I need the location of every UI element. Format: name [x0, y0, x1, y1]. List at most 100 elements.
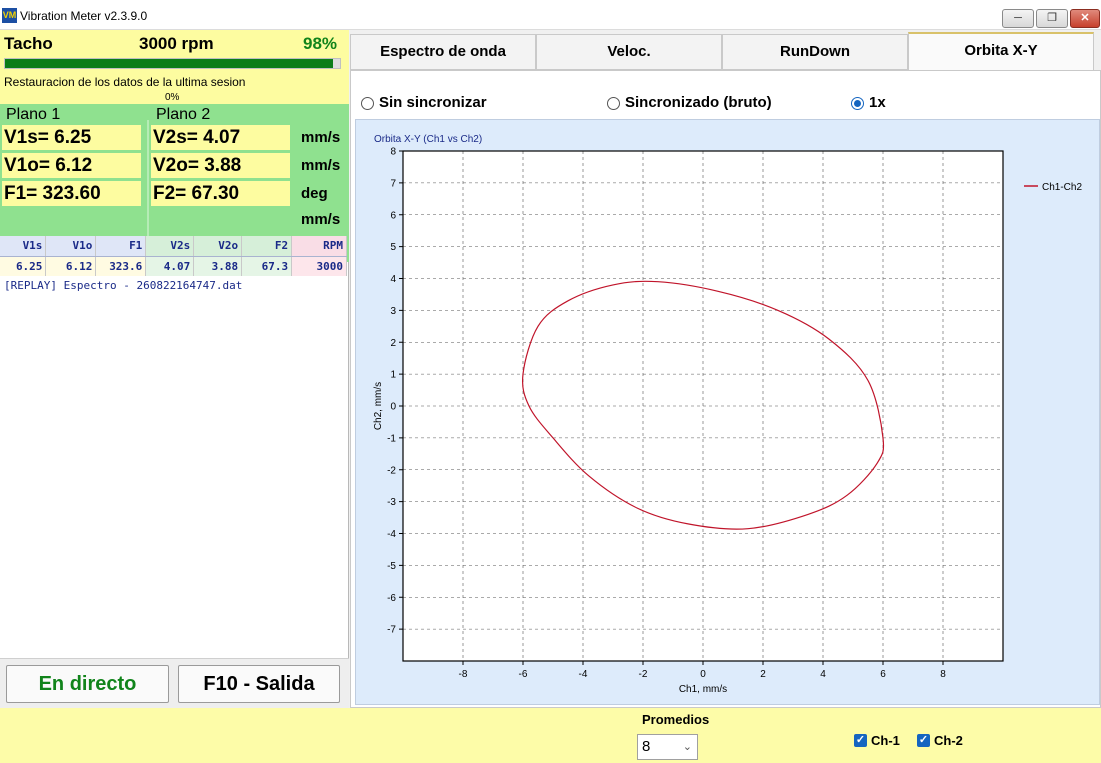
x-tick-label: -4 [579, 669, 588, 680]
x-tick-label: 4 [820, 669, 826, 680]
tacho-panel: Tacho 3000 rpm 98% Restauracion de los d… [0, 30, 349, 104]
v2o-value: V2o= 3.88 [151, 153, 290, 178]
y-tick-label: 6 [390, 210, 396, 221]
orbit-chart-svg: Orbita X-Y (Ch1 vs Ch2) -8 -6 -4 -2 0 2 4 6 8 8 7 6 5… [373, 134, 1082, 695]
y-tick-label: 1 [390, 370, 396, 381]
table-header: F1 [95, 236, 147, 257]
table-cell: 4.07 [145, 256, 195, 276]
minimize-icon[interactable]: ─ [1002, 9, 1034, 28]
tab-content: Sin sincronizar Sincronizado (bruto) 1x … [350, 70, 1101, 708]
x-tick-label: 6 [880, 669, 886, 680]
y-tick-label: 4 [390, 274, 396, 285]
table-cell: 3000 [291, 256, 347, 276]
window-title: Vibration Meter v2.3.9.0 [20, 9, 148, 23]
table-cell: 3.88 [193, 256, 243, 276]
f2-value: F2= 67.30 [151, 181, 290, 206]
y-tick-label: -2 [387, 465, 396, 476]
checkbox-ch2[interactable]: ✓ Ch-2 [917, 733, 963, 749]
tacho-label: Tacho [4, 34, 53, 53]
table-cell: 67.3 [241, 256, 293, 276]
promedios-label: Promedios [642, 712, 710, 727]
unit-label: deg [301, 185, 328, 202]
checkbox-label: Ch-1 [871, 733, 900, 748]
tacho-percent: 98% [303, 34, 338, 53]
plane2-title: Plano 2 [156, 106, 211, 123]
table-cell: 323.6 [95, 256, 147, 276]
f1-value: F1= 323.60 [2, 181, 141, 206]
table-header: RPM [291, 236, 347, 257]
left-panel: Tacho 3000 rpm 98% Restauracion de los d… [0, 30, 349, 708]
y-tick-label: -1 [387, 433, 396, 444]
legend-label: Ch1-Ch2 [1042, 182, 1082, 193]
plane1-title: Plano 1 [6, 106, 61, 123]
x-tick-label: 2 [760, 669, 766, 680]
y-tick-label: -7 [387, 625, 396, 636]
replay-log: [REPLAY] Espectro - 260822164747.dat [4, 279, 243, 292]
radio-sin-sincronizar[interactable]: Sin sincronizar [361, 93, 487, 113]
radio-1x[interactable]: 1x [851, 93, 886, 113]
x-tick-label: -2 [639, 669, 648, 680]
radio-off-icon [361, 97, 374, 110]
v1s-value: V1s= 6.25 [2, 125, 141, 150]
radio-label: 1x [869, 94, 886, 111]
close-icon[interactable]: ✕ [1070, 9, 1100, 28]
y-tick-label: 7 [390, 178, 396, 189]
table-cell: 6.12 [45, 256, 97, 276]
live-button[interactable]: En directo [6, 665, 169, 703]
checkbox-label: Ch-2 [934, 733, 963, 748]
v2s-value: V2s= 4.07 [151, 125, 290, 150]
sync-options: Sin sincronizar Sincronizado (bruto) 1x [361, 93, 1091, 113]
table-header: F2 [241, 236, 293, 257]
exit-button[interactable]: F10 - Salida [178, 665, 340, 703]
y-tick-label: -5 [387, 561, 396, 572]
right-panel: Espectro de onda Veloc. RunDown Orbita X… [350, 30, 1101, 708]
radio-label: Sin sincronizar [379, 94, 487, 111]
y-axis-label: Ch2, mm/s [373, 382, 384, 430]
radio-off-icon [607, 97, 620, 110]
tacho-progress-bar [4, 58, 341, 69]
x-tick-label: -6 [519, 669, 528, 680]
unit-label: mm/s [301, 157, 341, 174]
tab-veloc[interactable]: Veloc. [536, 34, 722, 70]
unit-label: mm/s [301, 129, 341, 146]
tacho-progress-fill [5, 59, 334, 68]
checkmark-icon: ✓ [854, 734, 867, 747]
y-tick-label: 2 [390, 338, 396, 349]
table-header: V1o [45, 236, 97, 257]
x-tick-label: 8 [940, 669, 946, 680]
bottom-bar: Promedios 8 ⌄ ✓ Ch-1 ✓ Ch-2 [0, 708, 1101, 763]
tab-espectro[interactable]: Espectro de onda [350, 34, 536, 70]
chevron-down-icon: ⌄ [682, 741, 692, 753]
table-row: 6.25 6.12 323.6 4.07 3.88 67.3 3000 [0, 256, 347, 276]
radio-label: Sincronizado (bruto) [625, 94, 772, 111]
x-tick-label: -8 [459, 669, 468, 680]
tab-orbita[interactable]: Orbita X-Y [908, 32, 1094, 72]
tab-bar: Espectro de onda Veloc. RunDown Orbita X… [350, 32, 1101, 72]
checkmark-icon: ✓ [917, 734, 930, 747]
promedios-value: 8 [642, 738, 651, 755]
values-table: V1s V1o F1 V2s V2o F2 RPM 6.25 6.12 323.… [0, 236, 347, 276]
table-header-row: V1s V1o F1 V2s V2o F2 RPM [0, 236, 347, 257]
x-tick-label: 0 [700, 669, 706, 680]
promedios-select[interactable]: 8 ⌄ [637, 734, 698, 760]
y-tick-label: 3 [390, 306, 396, 317]
unit-label: mm/s [301, 211, 341, 228]
title-bar: VM Vibration Meter v2.3.9.0 ─ ❐ ✕ [0, 0, 1101, 30]
y-tick-label: -4 [387, 529, 396, 540]
table-header: V1s [0, 236, 47, 257]
y-tick-label: -3 [387, 497, 396, 508]
tab-rundown[interactable]: RunDown [722, 34, 908, 70]
radio-on-icon [851, 97, 864, 110]
y-tick-label: -6 [387, 593, 396, 604]
plane-divider [147, 120, 149, 242]
restore-icon[interactable]: ❐ [1036, 9, 1068, 28]
chart-title: Orbita X-Y (Ch1 vs Ch2) [374, 134, 482, 145]
radio-sincronizado[interactable]: Sincronizado (bruto) [607, 93, 772, 113]
x-axis-label: Ch1, mm/s [679, 684, 727, 695]
tacho-rpm: 3000 rpm [139, 34, 214, 53]
checkbox-ch1[interactable]: ✓ Ch-1 [854, 733, 900, 749]
restore-percent: 0% [165, 92, 180, 103]
table-header: V2s [145, 236, 195, 257]
app-icon: VM [2, 8, 17, 23]
orbit-chart: Orbita X-Y (Ch1 vs Ch2) -8 -6 -4 -2 0 2 4 6 8 8 7 6 5… [355, 119, 1100, 705]
